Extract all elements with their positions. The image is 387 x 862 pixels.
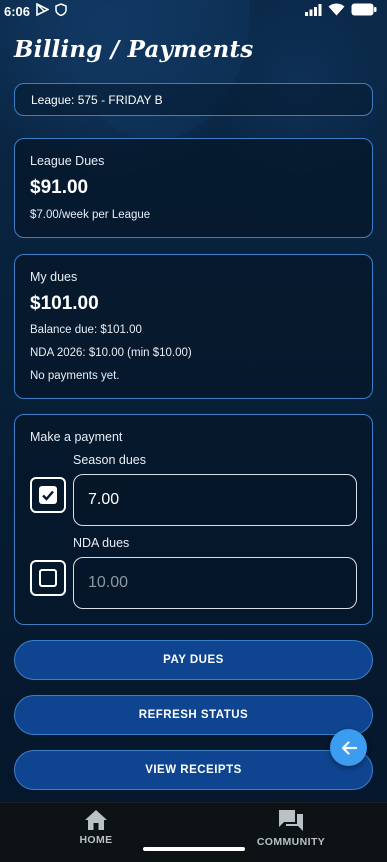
- checkmark-icon: [42, 490, 54, 501]
- refresh-status-button[interactable]: REFRESH STATUS: [14, 695, 373, 735]
- view-receipts-button[interactable]: VIEW RECEIPTS: [14, 750, 373, 790]
- page-title: Billing / Payments: [14, 36, 254, 63]
- clock: 6:06: [4, 3, 31, 19]
- checkbox-unchecked: [39, 569, 57, 587]
- wifi-icon: [328, 3, 345, 19]
- checkbox-checked: [39, 486, 57, 504]
- league-dues-rate: $7.00/week per League: [30, 209, 151, 221]
- season-dues-label: Season dues: [73, 453, 146, 467]
- league-dues-card: League Dues $91.00 $7.00/week per League: [14, 138, 373, 238]
- season-dues-checkbox[interactable]: [30, 477, 66, 513]
- nav-item-community[interactable]: COMMUNITY: [231, 809, 351, 848]
- nda-dues-label: NDA dues: [73, 536, 130, 550]
- signal-icon: [305, 3, 322, 19]
- view-receipts-label: VIEW RECEIPTS: [145, 764, 242, 776]
- league-selector-value: League: 575 - FRIDAY B: [31, 92, 163, 107]
- nda-dues-info: NDA 2026: $10.00 (min $10.00): [30, 347, 192, 359]
- payments-status: No payments yet.: [30, 370, 120, 382]
- home-icon: [85, 810, 107, 830]
- nda-dues-placeholder: 10.00: [88, 574, 129, 591]
- nav-home-label: HOME: [79, 834, 113, 846]
- home-indicator: [143, 847, 245, 851]
- balance-due: Balance due: $101.00: [30, 324, 142, 336]
- shield-icon: [55, 3, 67, 19]
- nav-community-label: COMMUNITY: [256, 836, 326, 848]
- play-store-icon: [36, 2, 50, 19]
- make-payment-title: Make a payment: [30, 430, 123, 444]
- back-fab[interactable]: [330, 729, 367, 766]
- nda-dues-checkbox[interactable]: [30, 560, 66, 596]
- make-payment-card: Make a payment Season dues 7.00 NDA dues…: [14, 414, 373, 625]
- refresh-status-label: REFRESH STATUS: [138, 709, 249, 721]
- nav-item-home[interactable]: HOME: [36, 809, 156, 846]
- arrow-left-icon: [341, 740, 357, 755]
- my-dues-card: My dues $101.00 Balance due: $101.00 NDA…: [14, 254, 373, 399]
- league-dues-label: League Dues: [30, 154, 105, 168]
- battery-icon: [351, 3, 377, 19]
- my-dues-amount: $101.00: [30, 293, 99, 314]
- my-dues-label: My dues: [30, 270, 78, 284]
- pay-dues-label: PAY DUES: [163, 654, 224, 666]
- bottom-nav: HOME COMMUNITY: [0, 802, 387, 862]
- nda-dues-input[interactable]: 10.00: [73, 557, 357, 609]
- league-dues-amount: $91.00: [30, 177, 89, 198]
- pay-dues-button[interactable]: PAY DUES: [14, 640, 373, 680]
- season-dues-input[interactable]: 7.00: [73, 474, 357, 526]
- league-selector[interactable]: League: 575 - FRIDAY B: [14, 83, 373, 116]
- forum-icon: [279, 810, 303, 831]
- status-bar: 6:06: [0, 0, 387, 22]
- season-dues-value: 7.00: [88, 491, 120, 508]
